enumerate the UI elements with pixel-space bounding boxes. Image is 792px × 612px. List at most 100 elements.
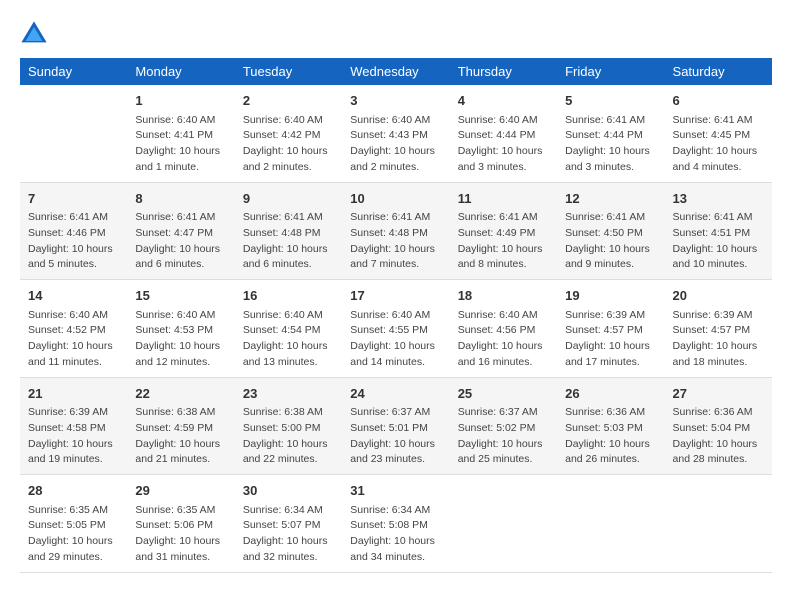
day-info: Sunrise: 6:40 AMSunset: 4:52 PMDaylight:… bbox=[28, 308, 119, 371]
day-info: Sunrise: 6:41 AMSunset: 4:46 PMDaylight:… bbox=[28, 210, 119, 273]
page-header bbox=[20, 20, 772, 48]
week-row-3: 21Sunrise: 6:39 AMSunset: 4:58 PMDayligh… bbox=[20, 377, 772, 475]
day-info: Sunrise: 6:34 AMSunset: 5:08 PMDaylight:… bbox=[350, 503, 441, 566]
day-info: Sunrise: 6:38 AMSunset: 4:59 PMDaylight:… bbox=[135, 405, 226, 468]
week-row-1: 7Sunrise: 6:41 AMSunset: 4:46 PMDaylight… bbox=[20, 182, 772, 280]
day-number: 4 bbox=[458, 91, 549, 111]
day-info: Sunrise: 6:34 AMSunset: 5:07 PMDaylight:… bbox=[243, 503, 334, 566]
day-info: Sunrise: 6:37 AMSunset: 5:02 PMDaylight:… bbox=[458, 405, 549, 468]
calendar-cell: 2Sunrise: 6:40 AMSunset: 4:42 PMDaylight… bbox=[235, 85, 342, 182]
day-number: 9 bbox=[243, 189, 334, 209]
calendar-cell: 19Sunrise: 6:39 AMSunset: 4:57 PMDayligh… bbox=[557, 280, 664, 378]
day-number: 6 bbox=[673, 91, 764, 111]
day-info: Sunrise: 6:36 AMSunset: 5:04 PMDaylight:… bbox=[673, 405, 764, 468]
day-number: 2 bbox=[243, 91, 334, 111]
day-number: 25 bbox=[458, 384, 549, 404]
day-number: 28 bbox=[28, 481, 119, 501]
calendar-cell bbox=[20, 85, 127, 182]
calendar-cell bbox=[450, 475, 557, 573]
header-cell-tuesday: Tuesday bbox=[235, 58, 342, 85]
calendar-cell: 10Sunrise: 6:41 AMSunset: 4:48 PMDayligh… bbox=[342, 182, 449, 280]
day-number: 30 bbox=[243, 481, 334, 501]
day-info: Sunrise: 6:40 AMSunset: 4:54 PMDaylight:… bbox=[243, 308, 334, 371]
header-cell-sunday: Sunday bbox=[20, 58, 127, 85]
logo-icon bbox=[20, 20, 48, 48]
calendar-cell: 4Sunrise: 6:40 AMSunset: 4:44 PMDaylight… bbox=[450, 85, 557, 182]
calendar-body: 1Sunrise: 6:40 AMSunset: 4:41 PMDaylight… bbox=[20, 85, 772, 572]
week-row-2: 14Sunrise: 6:40 AMSunset: 4:52 PMDayligh… bbox=[20, 280, 772, 378]
day-number: 31 bbox=[350, 481, 441, 501]
calendar-cell: 15Sunrise: 6:40 AMSunset: 4:53 PMDayligh… bbox=[127, 280, 234, 378]
day-info: Sunrise: 6:39 AMSunset: 4:58 PMDaylight:… bbox=[28, 405, 119, 468]
calendar-cell: 28Sunrise: 6:35 AMSunset: 5:05 PMDayligh… bbox=[20, 475, 127, 573]
calendar-cell: 25Sunrise: 6:37 AMSunset: 5:02 PMDayligh… bbox=[450, 377, 557, 475]
day-info: Sunrise: 6:41 AMSunset: 4:47 PMDaylight:… bbox=[135, 210, 226, 273]
day-info: Sunrise: 6:39 AMSunset: 4:57 PMDaylight:… bbox=[673, 308, 764, 371]
day-info: Sunrise: 6:41 AMSunset: 4:45 PMDaylight:… bbox=[673, 113, 764, 176]
header-cell-wednesday: Wednesday bbox=[342, 58, 449, 85]
day-number: 23 bbox=[243, 384, 334, 404]
day-info: Sunrise: 6:39 AMSunset: 4:57 PMDaylight:… bbox=[565, 308, 656, 371]
calendar-cell: 18Sunrise: 6:40 AMSunset: 4:56 PMDayligh… bbox=[450, 280, 557, 378]
calendar-cell: 9Sunrise: 6:41 AMSunset: 4:48 PMDaylight… bbox=[235, 182, 342, 280]
day-number: 7 bbox=[28, 189, 119, 209]
calendar-cell: 21Sunrise: 6:39 AMSunset: 4:58 PMDayligh… bbox=[20, 377, 127, 475]
calendar-cell: 1Sunrise: 6:40 AMSunset: 4:41 PMDaylight… bbox=[127, 85, 234, 182]
day-number: 8 bbox=[135, 189, 226, 209]
calendar-cell: 7Sunrise: 6:41 AMSunset: 4:46 PMDaylight… bbox=[20, 182, 127, 280]
calendar-cell: 30Sunrise: 6:34 AMSunset: 5:07 PMDayligh… bbox=[235, 475, 342, 573]
day-number: 18 bbox=[458, 286, 549, 306]
calendar-cell: 17Sunrise: 6:40 AMSunset: 4:55 PMDayligh… bbox=[342, 280, 449, 378]
day-info: Sunrise: 6:35 AMSunset: 5:06 PMDaylight:… bbox=[135, 503, 226, 566]
day-info: Sunrise: 6:40 AMSunset: 4:41 PMDaylight:… bbox=[135, 113, 226, 176]
calendar-cell: 26Sunrise: 6:36 AMSunset: 5:03 PMDayligh… bbox=[557, 377, 664, 475]
day-number: 1 bbox=[135, 91, 226, 111]
calendar-cell: 29Sunrise: 6:35 AMSunset: 5:06 PMDayligh… bbox=[127, 475, 234, 573]
calendar-cell: 8Sunrise: 6:41 AMSunset: 4:47 PMDaylight… bbox=[127, 182, 234, 280]
day-info: Sunrise: 6:41 AMSunset: 4:44 PMDaylight:… bbox=[565, 113, 656, 176]
calendar-cell bbox=[665, 475, 772, 573]
header-cell-friday: Friday bbox=[557, 58, 664, 85]
day-number: 12 bbox=[565, 189, 656, 209]
day-number: 27 bbox=[673, 384, 764, 404]
day-info: Sunrise: 6:40 AMSunset: 4:42 PMDaylight:… bbox=[243, 113, 334, 176]
calendar-cell: 31Sunrise: 6:34 AMSunset: 5:08 PMDayligh… bbox=[342, 475, 449, 573]
calendar-cell: 14Sunrise: 6:40 AMSunset: 4:52 PMDayligh… bbox=[20, 280, 127, 378]
day-number: 17 bbox=[350, 286, 441, 306]
calendar-cell: 6Sunrise: 6:41 AMSunset: 4:45 PMDaylight… bbox=[665, 85, 772, 182]
calendar-cell: 5Sunrise: 6:41 AMSunset: 4:44 PMDaylight… bbox=[557, 85, 664, 182]
calendar-cell: 27Sunrise: 6:36 AMSunset: 5:04 PMDayligh… bbox=[665, 377, 772, 475]
day-info: Sunrise: 6:41 AMSunset: 4:48 PMDaylight:… bbox=[243, 210, 334, 273]
calendar-cell: 13Sunrise: 6:41 AMSunset: 4:51 PMDayligh… bbox=[665, 182, 772, 280]
day-number: 10 bbox=[350, 189, 441, 209]
day-number: 16 bbox=[243, 286, 334, 306]
day-info: Sunrise: 6:41 AMSunset: 4:48 PMDaylight:… bbox=[350, 210, 441, 273]
header-cell-thursday: Thursday bbox=[450, 58, 557, 85]
day-info: Sunrise: 6:41 AMSunset: 4:49 PMDaylight:… bbox=[458, 210, 549, 273]
day-info: Sunrise: 6:40 AMSunset: 4:44 PMDaylight:… bbox=[458, 113, 549, 176]
day-number: 3 bbox=[350, 91, 441, 111]
calendar-cell: 12Sunrise: 6:41 AMSunset: 4:50 PMDayligh… bbox=[557, 182, 664, 280]
day-info: Sunrise: 6:40 AMSunset: 4:55 PMDaylight:… bbox=[350, 308, 441, 371]
calendar-cell: 16Sunrise: 6:40 AMSunset: 4:54 PMDayligh… bbox=[235, 280, 342, 378]
day-number: 13 bbox=[673, 189, 764, 209]
day-info: Sunrise: 6:40 AMSunset: 4:56 PMDaylight:… bbox=[458, 308, 549, 371]
day-number: 20 bbox=[673, 286, 764, 306]
day-number: 5 bbox=[565, 91, 656, 111]
day-info: Sunrise: 6:40 AMSunset: 4:43 PMDaylight:… bbox=[350, 113, 441, 176]
day-number: 26 bbox=[565, 384, 656, 404]
day-number: 29 bbox=[135, 481, 226, 501]
calendar-header: SundayMondayTuesdayWednesdayThursdayFrid… bbox=[20, 58, 772, 85]
calendar-cell: 24Sunrise: 6:37 AMSunset: 5:01 PMDayligh… bbox=[342, 377, 449, 475]
day-info: Sunrise: 6:36 AMSunset: 5:03 PMDaylight:… bbox=[565, 405, 656, 468]
day-info: Sunrise: 6:40 AMSunset: 4:53 PMDaylight:… bbox=[135, 308, 226, 371]
calendar-cell: 23Sunrise: 6:38 AMSunset: 5:00 PMDayligh… bbox=[235, 377, 342, 475]
calendar-cell bbox=[557, 475, 664, 573]
calendar-cell: 22Sunrise: 6:38 AMSunset: 4:59 PMDayligh… bbox=[127, 377, 234, 475]
header-cell-monday: Monday bbox=[127, 58, 234, 85]
day-info: Sunrise: 6:41 AMSunset: 4:50 PMDaylight:… bbox=[565, 210, 656, 273]
day-number: 21 bbox=[28, 384, 119, 404]
header-row: SundayMondayTuesdayWednesdayThursdayFrid… bbox=[20, 58, 772, 85]
calendar-table: SundayMondayTuesdayWednesdayThursdayFrid… bbox=[20, 58, 772, 573]
header-cell-saturday: Saturday bbox=[665, 58, 772, 85]
